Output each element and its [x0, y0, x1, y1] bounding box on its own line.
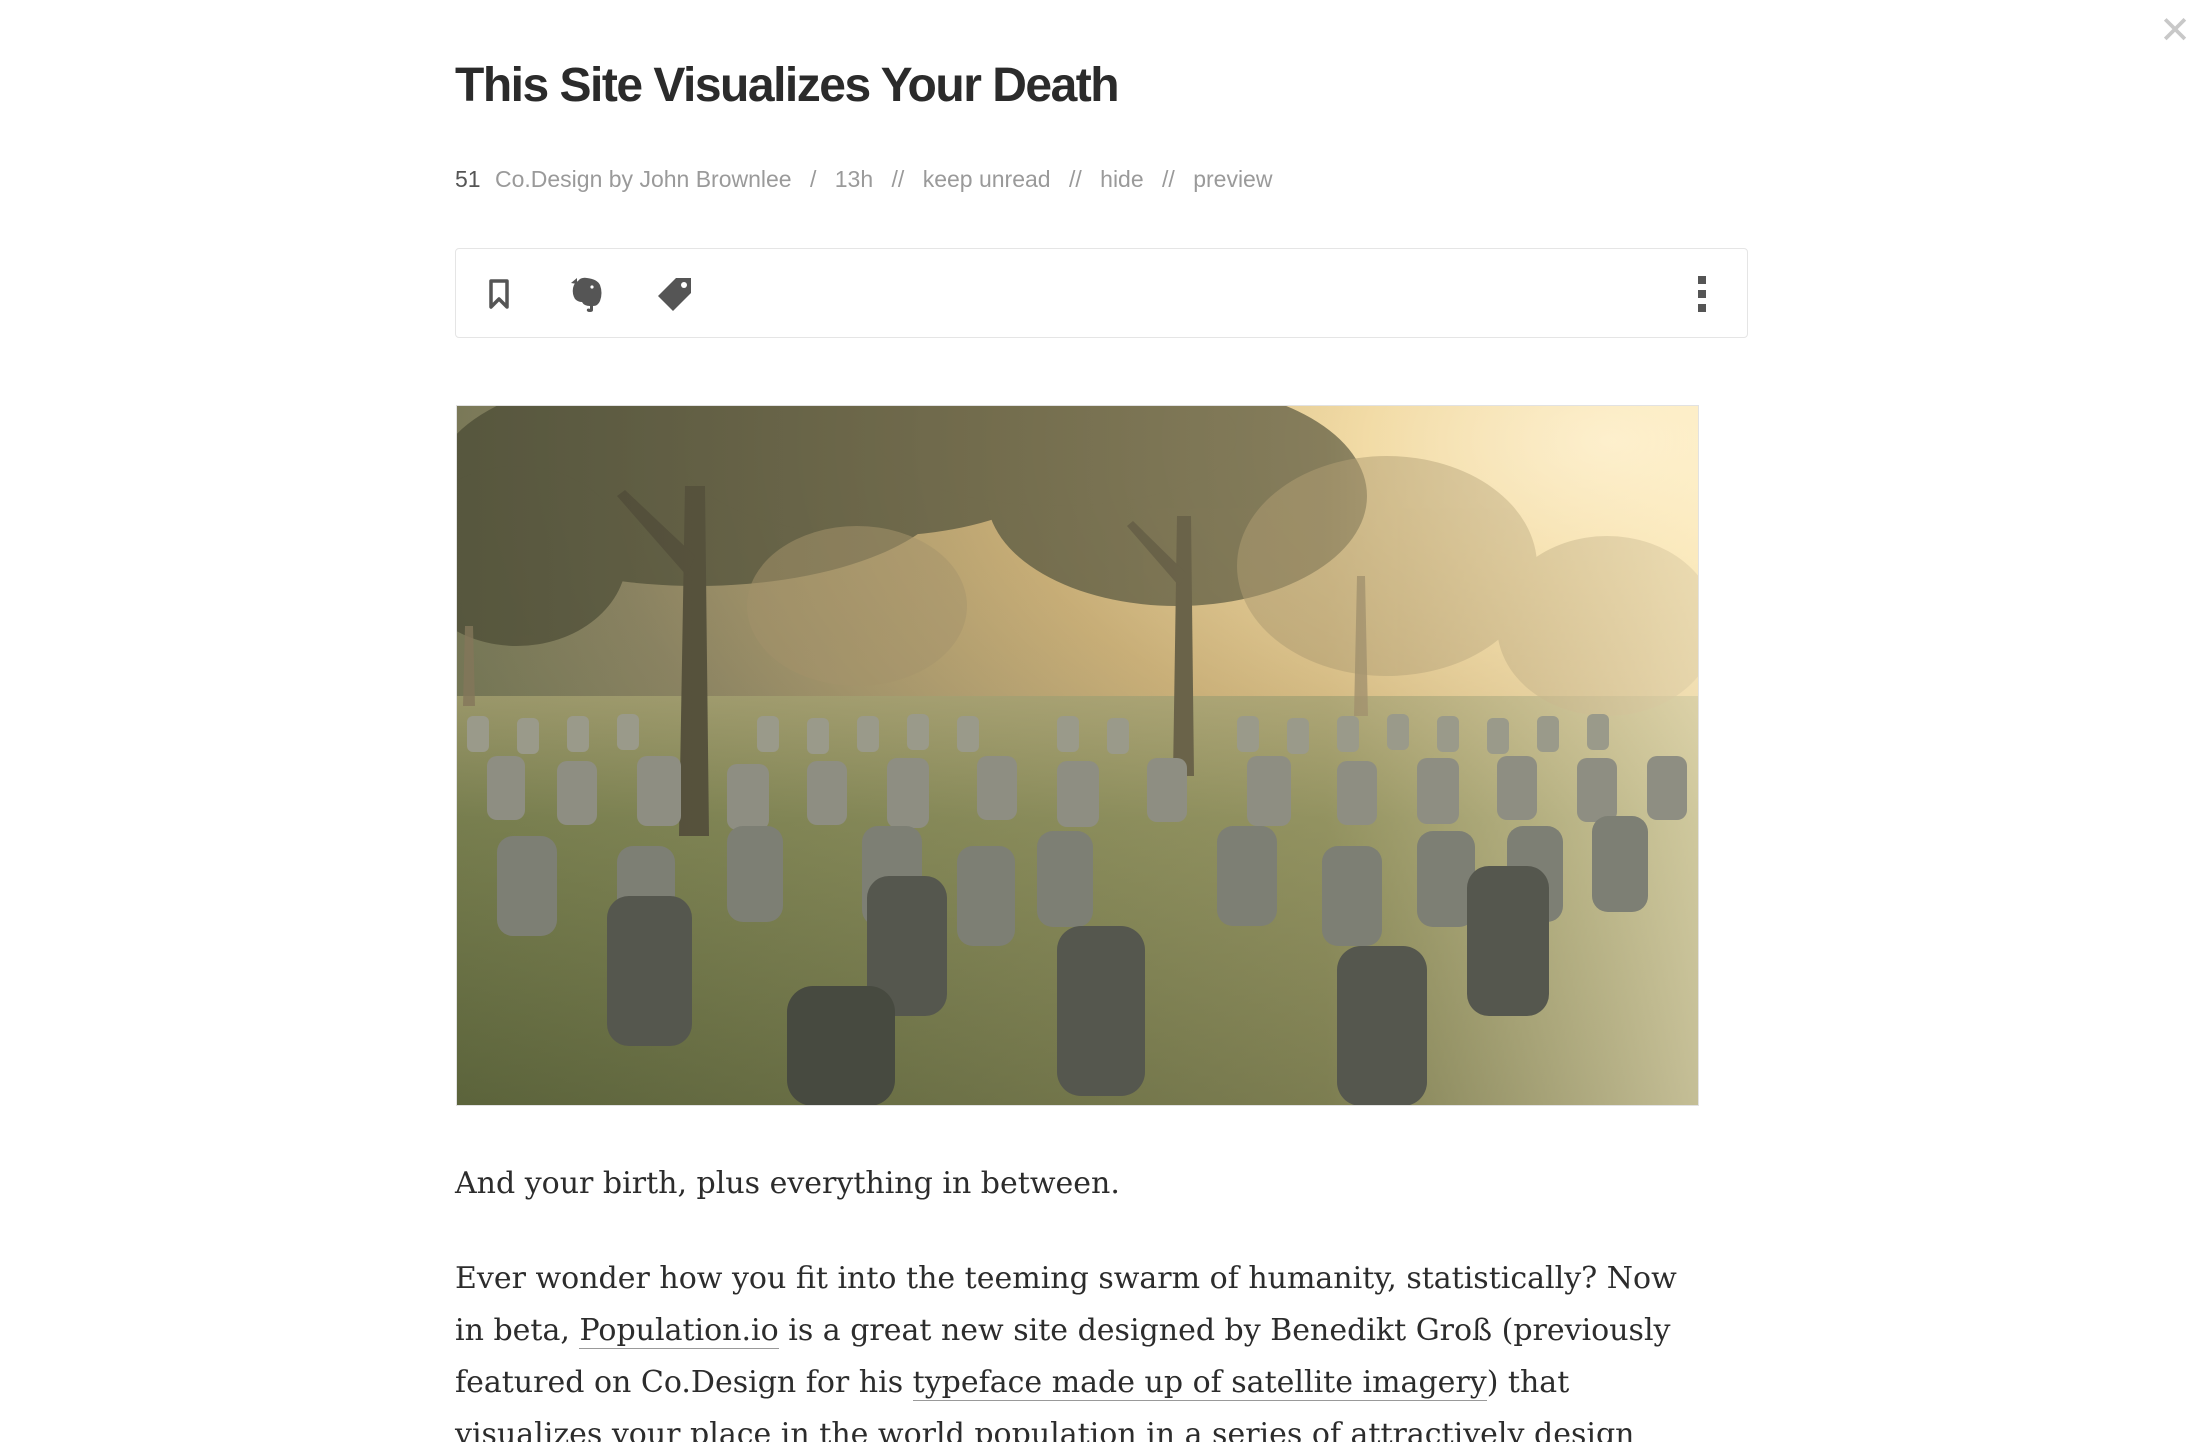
meta-separator: //	[1162, 166, 1175, 192]
meta-separator: /	[809, 166, 817, 192]
article-age: 13h	[834, 166, 874, 192]
article-toolbar	[455, 248, 1748, 338]
typeface-article-link[interactable]: typeface made up of satellite imagery	[912, 1365, 1487, 1401]
meta-separator: //	[891, 166, 905, 192]
article-paragraph: Ever wonder how you fit into the teeming…	[455, 1253, 1715, 1442]
article-meta: 51 Co.Design by John Brownlee / 13h // k…	[455, 166, 1272, 193]
more-vertical-icon[interactable]	[1681, 273, 1723, 315]
keep-unread-link[interactable]: keep unread	[923, 166, 1051, 192]
source-link[interactable]: Co.Design by John Brownlee	[495, 166, 792, 192]
close-icon: ✕	[2159, 8, 2191, 52]
hide-link[interactable]: hide	[1100, 166, 1143, 192]
bookmark-icon[interactable]	[478, 273, 520, 315]
evernote-elephant-icon[interactable]	[566, 273, 608, 315]
hero-image	[456, 405, 1699, 1106]
engagement-count: 51	[455, 166, 481, 192]
article-lead: And your birth, plus everything in betwe…	[455, 1166, 1120, 1201]
preview-link[interactable]: preview	[1193, 166, 1272, 192]
article-title[interactable]: This Site Visualizes Your Death	[455, 58, 1120, 113]
meta-separator: //	[1068, 166, 1082, 192]
close-button[interactable]: ✕	[2155, 10, 2195, 50]
tag-icon[interactable]	[654, 273, 696, 315]
population-io-link[interactable]: Population.io	[579, 1313, 779, 1349]
